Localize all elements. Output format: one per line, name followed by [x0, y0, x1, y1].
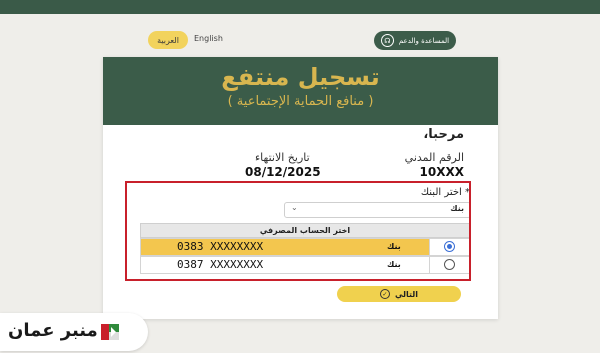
- top-bar: [0, 0, 600, 14]
- lang-arabic-button[interactable]: العربية: [148, 31, 188, 49]
- watermark-text: منبر عمان: [8, 320, 98, 341]
- card-header: تسجيل منتفع ( منافع الحماية الإجتماعية ): [103, 57, 498, 125]
- page-title: تسجيل منتفع: [221, 63, 380, 91]
- civil-number-value: 10XXX: [419, 165, 464, 179]
- expiry-date-value: 08/12/2025: [245, 165, 321, 179]
- check-circle-icon: ✓: [379, 289, 390, 299]
- lang-english-link[interactable]: English: [194, 34, 223, 43]
- civil-number-label: الرقم المدني: [404, 151, 464, 164]
- expiry-date-label: تاريخ الانتهاء: [255, 151, 310, 164]
- next-button-label: التالي: [394, 289, 419, 299]
- help-support-button[interactable]: المساعدة والدعم ☊: [374, 31, 456, 50]
- help-button-label: المساعدة والدعم: [398, 36, 450, 45]
- watermark-logo: منبر عمان: [0, 313, 148, 351]
- highlight-annotation-box: [125, 181, 471, 281]
- watermark-emblem-icon: [101, 324, 119, 340]
- headset-icon: ☊: [380, 34, 394, 47]
- page-subtitle: ( منافع الحماية الإجتماعية ): [227, 94, 374, 109]
- welcome-text: مرحبا،: [423, 127, 464, 142]
- next-button[interactable]: التالي ✓: [337, 286, 461, 302]
